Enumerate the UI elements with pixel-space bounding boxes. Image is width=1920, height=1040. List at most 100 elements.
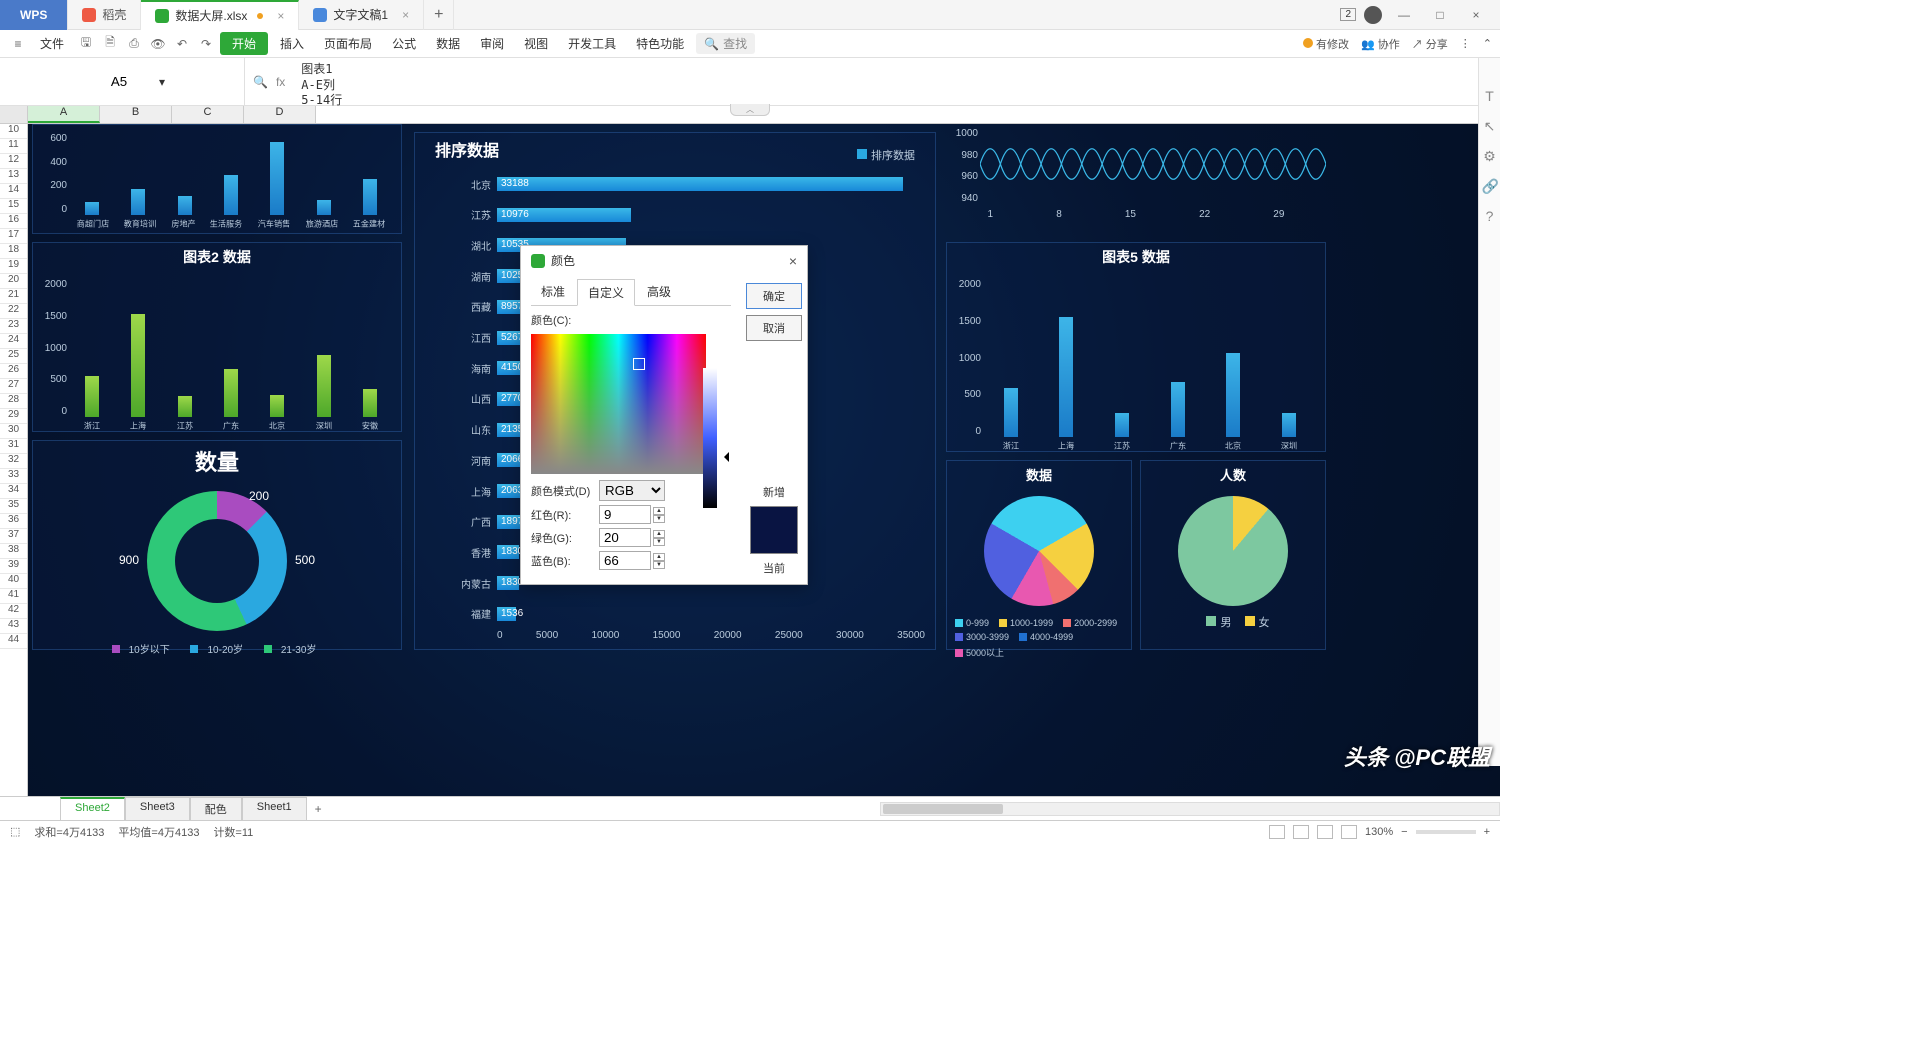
spin-up[interactable]: ▲ bbox=[653, 530, 665, 538]
chevron-down-icon[interactable]: ⌃ bbox=[1483, 37, 1492, 50]
tab-new[interactable]: + bbox=[424, 0, 454, 30]
row-header[interactable]: 26 bbox=[0, 364, 27, 379]
view-break-icon[interactable] bbox=[1317, 825, 1333, 839]
row-header[interactable]: 31 bbox=[0, 439, 27, 454]
row-header[interactable]: 44 bbox=[0, 634, 27, 649]
avatar[interactable] bbox=[1364, 6, 1382, 24]
row-header[interactable]: 39 bbox=[0, 559, 27, 574]
row-header[interactable]: 33 bbox=[0, 469, 27, 484]
row-header[interactable]: 11 bbox=[0, 139, 27, 154]
row-header[interactable]: 12 bbox=[0, 154, 27, 169]
row-header[interactable]: 13 bbox=[0, 169, 27, 184]
cell-ref-input[interactable] bbox=[79, 74, 159, 89]
tab-advanced[interactable]: 高级 bbox=[637, 279, 681, 305]
row-header[interactable]: 37 bbox=[0, 529, 27, 544]
horizontal-scrollbar[interactable] bbox=[880, 802, 1500, 816]
col-header[interactable]: B bbox=[100, 106, 172, 123]
zoom-out-button[interactable]: − bbox=[1401, 826, 1407, 838]
text-tool-icon[interactable]: T bbox=[1482, 88, 1498, 104]
view-normal-icon[interactable] bbox=[1269, 825, 1285, 839]
crosshair-icon[interactable] bbox=[633, 358, 645, 370]
col-header[interactable]: A bbox=[28, 106, 100, 123]
record-icon[interactable]: ⬚ bbox=[10, 825, 20, 838]
row-header[interactable]: 30 bbox=[0, 424, 27, 439]
row-header[interactable]: 22 bbox=[0, 304, 27, 319]
add-sheet-button[interactable]: + bbox=[307, 799, 330, 819]
color-field[interactable] bbox=[531, 334, 706, 474]
row-header[interactable]: 35 bbox=[0, 499, 27, 514]
spin-up[interactable]: ▲ bbox=[653, 507, 665, 515]
row-header[interactable]: 21 bbox=[0, 289, 27, 304]
more-icon[interactable]: ⋮ bbox=[1460, 37, 1471, 50]
view-reading-icon[interactable] bbox=[1341, 825, 1357, 839]
row-header[interactable]: 14 bbox=[0, 184, 27, 199]
row-header[interactable]: 20 bbox=[0, 274, 27, 289]
row-header[interactable]: 40 bbox=[0, 574, 27, 589]
menu-formula[interactable]: 公式 bbox=[384, 32, 424, 55]
cell-reference[interactable]: ▾ bbox=[0, 58, 245, 105]
hue-slider[interactable] bbox=[703, 368, 717, 508]
menu-insert[interactable]: 插入 bbox=[272, 32, 312, 55]
ok-button[interactable]: 确定 bbox=[746, 283, 802, 309]
maximize-button[interactable]: □ bbox=[1426, 8, 1454, 22]
sheet-tab[interactable]: 配色 bbox=[190, 797, 242, 820]
menu-icon[interactable]: ≡ bbox=[8, 34, 28, 54]
search-input[interactable]: 🔍查找 bbox=[696, 33, 755, 54]
sheet-tab[interactable]: Sheet3 bbox=[125, 797, 190, 820]
scroll-thumb[interactable] bbox=[883, 804, 1003, 814]
row-header[interactable]: 41 bbox=[0, 589, 27, 604]
close-button[interactable]: × bbox=[1462, 8, 1490, 22]
row-header[interactable]: 32 bbox=[0, 454, 27, 469]
col-header[interactable]: C bbox=[172, 106, 244, 123]
g-input[interactable] bbox=[599, 528, 651, 547]
row-header[interactable]: 29 bbox=[0, 409, 27, 424]
spin-down[interactable]: ▼ bbox=[653, 515, 665, 523]
dialog-titlebar[interactable]: 颜色 × bbox=[521, 246, 807, 275]
tab-docer[interactable]: 稻壳 bbox=[68, 0, 141, 30]
select-tool-icon[interactable]: ↖ bbox=[1482, 118, 1498, 134]
menu-dev[interactable]: 开发工具 bbox=[560, 32, 624, 55]
search-icon[interactable]: 🔍 bbox=[253, 75, 268, 89]
menu-review[interactable]: 审阅 bbox=[472, 32, 512, 55]
sheet-tab[interactable]: Sheet2 bbox=[60, 797, 125, 820]
print-preview-icon[interactable]: 👁 bbox=[148, 34, 168, 54]
menu-layout[interactable]: 页面布局 bbox=[316, 32, 380, 55]
dialog-close-button[interactable]: × bbox=[789, 253, 797, 269]
row-header[interactable]: 10 bbox=[0, 124, 27, 139]
spin-up[interactable]: ▲ bbox=[653, 553, 665, 561]
close-icon[interactable]: × bbox=[277, 9, 284, 23]
zoom-slider[interactable] bbox=[1416, 830, 1476, 834]
row-header[interactable]: 28 bbox=[0, 394, 27, 409]
cancel-button[interactable]: 取消 bbox=[746, 315, 802, 341]
formula-input[interactable]: 图表1 A-E列 5-14行 bbox=[293, 58, 1500, 105]
tab-custom[interactable]: 自定义 bbox=[577, 279, 635, 306]
row-header[interactable]: 43 bbox=[0, 619, 27, 634]
redo-icon[interactable]: ↷ bbox=[196, 34, 216, 54]
row-header[interactable]: 23 bbox=[0, 319, 27, 334]
undo-icon[interactable]: ↶ bbox=[172, 34, 192, 54]
minimize-button[interactable]: — bbox=[1390, 8, 1418, 22]
save-icon[interactable]: 🖫 bbox=[76, 34, 96, 54]
select-all-corner[interactable] bbox=[0, 106, 27, 124]
notification-badge[interactable]: 2 bbox=[1340, 8, 1356, 21]
view-page-icon[interactable] bbox=[1293, 825, 1309, 839]
tab-word[interactable]: 文字文稿1× bbox=[299, 0, 424, 30]
save-as-icon[interactable]: 🗎 bbox=[100, 34, 120, 54]
menu-view[interactable]: 视图 bbox=[516, 32, 556, 55]
row-header[interactable]: 19 bbox=[0, 259, 27, 274]
sheet-tab[interactable]: Sheet1 bbox=[242, 797, 307, 820]
menu-data[interactable]: 数据 bbox=[428, 32, 468, 55]
row-header[interactable]: 34 bbox=[0, 484, 27, 499]
tab-spreadsheet[interactable]: 数据大屏.xlsx× bbox=[141, 0, 299, 30]
row-header[interactable]: 16 bbox=[0, 214, 27, 229]
menu-file[interactable]: 文件 bbox=[32, 32, 72, 55]
fx-icon[interactable]: fx bbox=[276, 75, 285, 89]
row-header[interactable]: 27 bbox=[0, 379, 27, 394]
row-header[interactable]: 25 bbox=[0, 349, 27, 364]
b-input[interactable] bbox=[599, 551, 651, 570]
zoom-in-button[interactable]: + bbox=[1484, 826, 1490, 838]
row-header[interactable]: 17 bbox=[0, 229, 27, 244]
close-icon[interactable]: × bbox=[402, 8, 409, 22]
help-icon[interactable]: ? bbox=[1482, 208, 1498, 224]
menu-start[interactable]: 开始 bbox=[220, 32, 268, 55]
